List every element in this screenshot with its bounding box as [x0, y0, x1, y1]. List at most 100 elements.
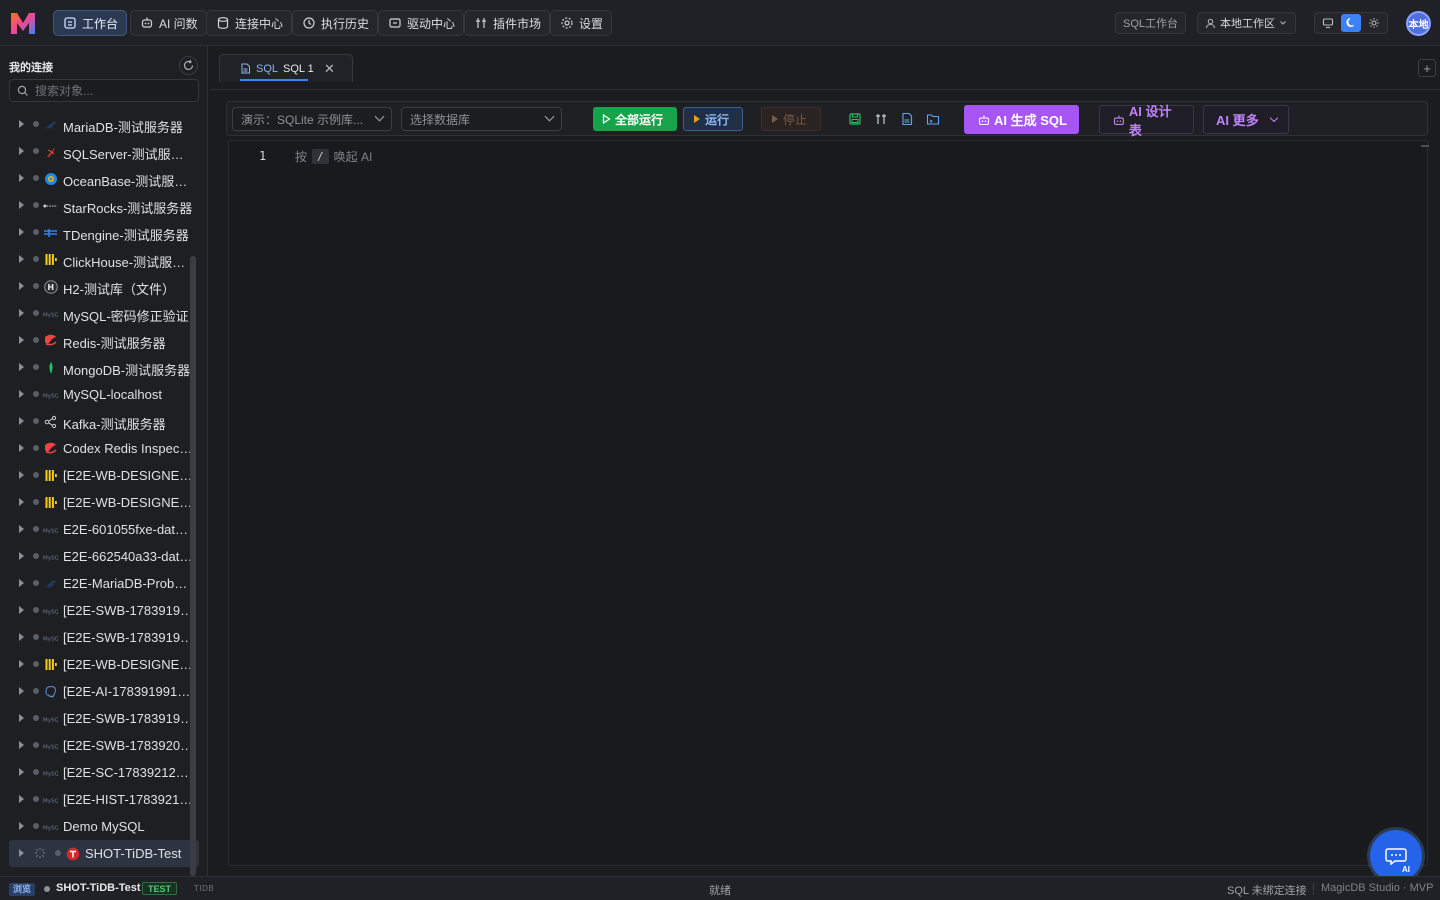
nav-settings-button[interactable]: 设置 [550, 10, 613, 36]
stop-button[interactable]: 停止 [761, 107, 821, 131]
connection-item[interactable]: [E2E-WB-DESIGNER-... [0, 489, 194, 516]
expand-caret-icon[interactable] [19, 687, 24, 695]
expand-caret-icon[interactable] [19, 120, 24, 128]
expand-caret-icon[interactable] [19, 147, 24, 155]
nav-ai-ask-button[interactable]: AI 问数 [130, 10, 207, 36]
connection-item[interactable]: MySQL E2E-601055fxe-data-... [0, 516, 194, 543]
expand-caret-icon[interactable] [19, 633, 24, 641]
expand-caret-icon[interactable] [19, 498, 24, 506]
svg-text:MySQL: MySQL [43, 745, 58, 751]
connection-item-selected[interactable]: SHOT-TiDB-Test [9, 840, 199, 867]
connection-item[interactable]: MongoDB-测试服务器 [0, 354, 190, 381]
add-tab-button[interactable]: + [1418, 59, 1436, 77]
expand-caret-icon[interactable] [19, 174, 24, 182]
expand-caret-icon[interactable] [19, 282, 24, 290]
kafka-icon [43, 414, 58, 429]
theme-system-button[interactable] [1318, 14, 1338, 32]
save-icon[interactable] [848, 112, 862, 126]
expand-caret-icon[interactable] [19, 444, 24, 452]
connection-item[interactable]: MariaDB-测试服务器 [0, 111, 190, 138]
connection-item[interactable]: Kafka-测试服务器 [0, 408, 190, 435]
connection-item[interactable]: [E2E-WB-DESIGNER-... [0, 651, 194, 678]
expand-caret-icon[interactable] [19, 525, 24, 533]
expand-caret-icon[interactable] [19, 552, 24, 560]
database-select[interactable]: 选择数据库 [401, 107, 562, 131]
nav-history-button[interactable]: 执行历史 [292, 10, 379, 36]
run-all-button[interactable]: 全部运行 [593, 107, 677, 131]
connection-item[interactable]: MySQL [E2E-SC-1783921214... [0, 759, 194, 786]
format-icon[interactable] [874, 112, 888, 126]
expand-caret-icon[interactable] [19, 363, 24, 371]
nav-plugins-button[interactable]: 插件市场 [464, 10, 551, 36]
connection-item[interactable]: [E2E-WB-DESIGNER-... [0, 462, 194, 489]
expand-caret-icon[interactable] [19, 606, 24, 614]
refresh-button[interactable] [179, 56, 198, 75]
expand-caret-icon[interactable] [19, 714, 24, 722]
connection-item[interactable]: MySQL MySQL-密码修正验证 [0, 300, 190, 327]
expand-caret-icon[interactable] [19, 849, 24, 857]
connection-item[interactable]: MySQL [E2E-HIST-17839212... [0, 786, 194, 813]
nav-drivers-button[interactable]: 驱动中心 [378, 10, 465, 36]
sql-workspace-button[interactable]: SQL工作台 [1115, 12, 1187, 34]
connection-item[interactable]: MySQL [E2E-SWB-17839194... [0, 597, 194, 624]
connection-item[interactable]: MySQL E2E-662540a33-data... [0, 543, 194, 570]
connection-status-dot [33, 337, 39, 343]
expand-caret-icon[interactable] [19, 822, 24, 830]
connection-item[interactable]: StarRocks-测试服务器 [0, 192, 192, 219]
expand-caret-icon[interactable] [19, 309, 24, 317]
search-input[interactable] [35, 83, 185, 98]
connection-item[interactable]: Redis-测试服务器 [0, 327, 190, 354]
tab-sql-1[interactable]: SQL SQL 1 ✕ [219, 54, 353, 82]
connection-item[interactable]: ClickHouse-测试服务... [0, 246, 194, 273]
sidebar-scrollbar[interactable] [190, 256, 196, 876]
connection-item[interactable]: OceanBase-测试服务... [0, 165, 194, 192]
workspace-select[interactable]: 本地工作区 [1197, 12, 1296, 34]
connection-item[interactable]: MySQL [E2E-SWB-17839206... [0, 732, 194, 759]
sql-file-icon[interactable] [900, 112, 914, 126]
connection-item[interactable]: TDengine-测试服务器 [0, 219, 190, 246]
connection-item[interactable]: E2E-MariaDB-Probe-... [0, 570, 194, 597]
expand-caret-icon[interactable] [19, 390, 24, 398]
tab-label: SQL 1 [283, 62, 314, 75]
expand-caret-icon[interactable] [19, 741, 24, 749]
connection-label: [E2E-SWB-17839196... [63, 630, 194, 645]
connection-item[interactable]: MySQL Demo MySQL [0, 813, 190, 840]
connection-item[interactable]: MySQL [E2E-SWB-17839196... [0, 624, 194, 651]
theme-light-button[interactable] [1364, 14, 1384, 32]
connection-status-dot [33, 634, 39, 640]
expand-caret-icon[interactable] [19, 579, 24, 587]
magicdb-logo[interactable] [8, 9, 38, 37]
user-avatar[interactable]: 本地 [1406, 11, 1431, 36]
plugin-icon [476, 18, 486, 28]
ai-generate-sql-button[interactable]: AI 生成 SQL [964, 105, 1079, 134]
ai-design-table-button[interactable]: AI 设计表 [1099, 104, 1194, 138]
nav-connections-button[interactable]: 连接中心 [206, 10, 293, 36]
run-button[interactable]: 运行 [683, 107, 743, 131]
mongodb-icon [43, 360, 58, 375]
ai-more-button[interactable]: AI 更多 [1203, 105, 1289, 134]
sql-editor[interactable]: 1 按 / 唤起 AI [228, 140, 1429, 866]
connection-label: E2E-MariaDB-Probe-... [63, 576, 194, 591]
expand-caret-icon[interactable] [19, 768, 24, 776]
connection-item[interactable]: Codex Redis Inspect ... [0, 435, 194, 462]
connection-item[interactable]: H H2-测试库（文件） [0, 273, 190, 300]
expand-caret-icon[interactable] [19, 201, 24, 209]
ai-chat-fab[interactable]: AI [1370, 830, 1422, 882]
expand-caret-icon[interactable] [19, 660, 24, 668]
expand-caret-icon[interactable] [19, 255, 24, 263]
connection-item[interactable]: MySQL [E2E-SWB-17839199... [0, 705, 194, 732]
nav-ai-ask-label: AI 问数 [159, 16, 198, 31]
connection-item[interactable]: SQLServer-测试服务器 [0, 138, 194, 165]
nav-workspace-button[interactable]: 工作台 [53, 10, 128, 36]
connection-item[interactable]: MySQL MySQL-localhost [0, 381, 190, 408]
expand-caret-icon[interactable] [19, 795, 24, 803]
expand-caret-icon[interactable] [19, 228, 24, 236]
expand-caret-icon[interactable] [19, 336, 24, 344]
expand-caret-icon[interactable] [19, 417, 24, 425]
folder-icon[interactable] [926, 112, 940, 126]
theme-dark-button[interactable] [1340, 14, 1361, 32]
expand-caret-icon[interactable] [19, 471, 24, 479]
connection-item[interactable]: [E2E-AI-1783919912... [0, 678, 194, 705]
connection-select[interactable]: 演示：SQLite 示例库... [232, 107, 392, 131]
close-icon[interactable]: ✕ [324, 61, 335, 77]
